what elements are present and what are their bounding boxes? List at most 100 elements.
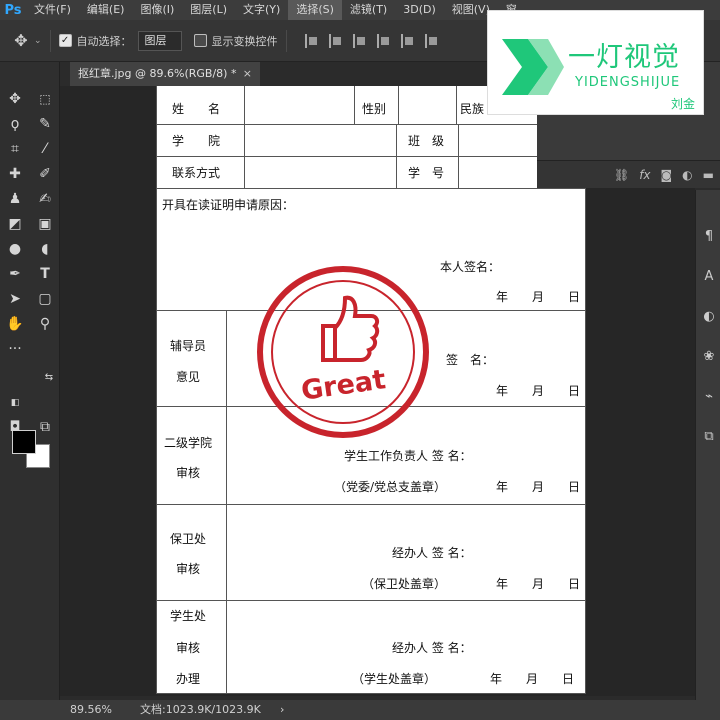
table-line bbox=[226, 310, 227, 694]
path-select-tool-icon[interactable]: ➤ bbox=[4, 288, 26, 310]
paths-icon[interactable]: ⌁ bbox=[699, 386, 719, 406]
auto-select-checkbox[interactable]: ✓ bbox=[58, 34, 72, 47]
thumbs-up-icon bbox=[321, 295, 380, 362]
table-line bbox=[156, 124, 586, 125]
shape-tool-icon[interactable]: ▢ bbox=[34, 288, 56, 310]
red-stamp[interactable]: Great bbox=[257, 266, 429, 438]
align-bottom-icon[interactable] bbox=[352, 33, 367, 48]
screen-mode-icon[interactable]: ⧉ bbox=[34, 416, 56, 438]
move-tool-icon[interactable]: ✥ bbox=[10, 30, 32, 52]
eyedropper-tool-icon[interactable]: ⁄ bbox=[34, 138, 56, 160]
menu-select[interactable]: 选择(S) bbox=[288, 0, 342, 20]
name-label: 姓 名 bbox=[172, 102, 221, 116]
divider bbox=[49, 29, 51, 52]
table-border bbox=[156, 693, 586, 694]
blur-tool-icon[interactable]: ● bbox=[4, 238, 26, 260]
watermark-author: 刘金 bbox=[671, 97, 696, 111]
default-colors-icon[interactable]: ◧ bbox=[4, 392, 26, 414]
gradient-tool-icon[interactable]: ▣ bbox=[34, 213, 56, 235]
app-logo: Ps bbox=[4, 2, 22, 18]
history-brush-tool-icon[interactable]: ✍ bbox=[34, 188, 56, 210]
auto-select-label: 自动选择： bbox=[76, 34, 132, 48]
layers-panel-footer: ⛓ fx ◙ ◐ ▬ bbox=[537, 160, 720, 188]
brush-tool-icon[interactable]: ✐ bbox=[34, 163, 56, 185]
student-office-date: 年 月 日 bbox=[490, 672, 575, 686]
dodge-tool-icon[interactable]: ◖ bbox=[34, 238, 56, 260]
pen-tool-icon[interactable]: ✒ bbox=[4, 263, 26, 285]
crop-tool-icon[interactable]: ⌗ bbox=[4, 138, 26, 160]
adjustment-icon[interactable]: ◐ bbox=[682, 168, 692, 182]
college2-label-1: 二级学院 bbox=[164, 436, 213, 450]
align-middle-icon[interactable] bbox=[328, 33, 343, 48]
student-office-label-3: 办理 bbox=[176, 672, 201, 686]
college2-seal-label: （党委/党总支盖章） bbox=[334, 480, 447, 494]
paragraph-icon[interactable]: ¶ bbox=[699, 226, 719, 246]
mask-icon[interactable]: ◙ bbox=[661, 168, 673, 182]
document-canvas[interactable]: 姓 名 性别 民族 学 院 班 级 联系方式 学 号 开具在读证明申请原因： 本… bbox=[156, 86, 586, 694]
college-label: 学 院 bbox=[172, 134, 221, 148]
document-tab[interactable]: 抠红章.jpg @ 89.6%(RGB/8) * × bbox=[70, 62, 260, 86]
zoom-tool-icon[interactable]: ⚲ bbox=[34, 313, 56, 335]
hand-tool-icon[interactable]: ✋ bbox=[4, 313, 26, 335]
adjustments-icon[interactable]: ◐ bbox=[699, 306, 719, 326]
applicant-date: 年 月 日 bbox=[496, 290, 581, 304]
align-top-icon[interactable] bbox=[304, 33, 319, 48]
quick-select-tool-icon[interactable]: ✎ bbox=[34, 113, 56, 135]
healing-brush-tool-icon[interactable]: ✚ bbox=[4, 163, 26, 185]
photoshop-window: Ps 文件(F) 编辑(E) 图像(I) 图层(L) 文字(Y) 选择(S) 滤… bbox=[0, 0, 720, 720]
class-label: 班 级 bbox=[408, 134, 445, 148]
watermark-title: 一灯视觉 bbox=[568, 42, 680, 73]
menu-file[interactable]: 文件(F) bbox=[26, 0, 79, 20]
align-center-icon[interactable] bbox=[400, 33, 415, 48]
eraser-tool-icon[interactable]: ◩ bbox=[4, 213, 26, 235]
counselor-signature-label: 签 名： bbox=[446, 353, 495, 367]
tool-presets-icon[interactable]: ⧉ bbox=[699, 426, 719, 446]
folder-icon[interactable]: ▬ bbox=[703, 168, 714, 182]
college2-date: 年 月 日 bbox=[496, 480, 581, 494]
align-left-icon[interactable] bbox=[376, 33, 391, 48]
align-buttons bbox=[304, 33, 439, 48]
menu-type[interactable]: 文字(Y) bbox=[235, 0, 288, 20]
type-tool-icon[interactable]: T bbox=[34, 263, 56, 285]
student-office-signature-label: 经办人 签 名： bbox=[392, 641, 472, 655]
student-office-seal-label: （学生处盖章） bbox=[352, 672, 437, 686]
student-id-label: 学 号 bbox=[408, 166, 445, 180]
document-tab-title: 抠红章.jpg @ 89.6%(RGB/8) * bbox=[78, 67, 237, 80]
applicant-signature-label: 本人签名： bbox=[440, 260, 501, 274]
marquee-tool-icon[interactable]: ⬚ bbox=[34, 88, 56, 110]
close-icon[interactable]: × bbox=[243, 62, 252, 86]
more-tools-icon[interactable]: ··· bbox=[4, 338, 26, 360]
table-line bbox=[156, 188, 586, 189]
counselor-date: 年 月 日 bbox=[496, 384, 581, 398]
table-line bbox=[156, 600, 586, 601]
character-icon[interactable]: A bbox=[699, 266, 719, 286]
styles-icon[interactable]: ❀ bbox=[699, 346, 719, 366]
lasso-tool-icon[interactable]: ϙ bbox=[4, 113, 26, 135]
zoom-level[interactable]: 89.56% bbox=[70, 700, 112, 720]
menu-edit[interactable]: 编辑(E) bbox=[79, 0, 133, 20]
chevron-down-icon[interactable]: ⌄ bbox=[34, 36, 42, 46]
transform-controls-checkbox[interactable] bbox=[193, 34, 207, 47]
fx-icon[interactable]: fx bbox=[639, 168, 650, 182]
stamp-tool-icon[interactable]: ♟ bbox=[4, 188, 26, 210]
table-line bbox=[396, 124, 397, 188]
link-icon[interactable]: ⛓ bbox=[614, 168, 629, 182]
table-line bbox=[354, 86, 355, 124]
swap-colors-icon[interactable]: ⇆ bbox=[38, 366, 60, 388]
menu-3d[interactable]: 3D(D) bbox=[395, 0, 444, 20]
align-right-icon[interactable] bbox=[424, 33, 439, 48]
menu-image[interactable]: 图像(I) bbox=[132, 0, 182, 20]
table-line bbox=[458, 124, 459, 188]
tools-panel: ✥ ⬚ ϙ ✎ ⌗ ⁄ ✚ ✐ ♟ ✍ ◩ ▣ ● ◖ ✒ T ➤ ▢ ✋ ⚲ … bbox=[0, 62, 60, 700]
divider bbox=[285, 29, 287, 52]
menu-layer[interactable]: 图层(L) bbox=[182, 0, 235, 20]
quick-mask-icon[interactable]: ◘ bbox=[4, 416, 26, 438]
menu-filter[interactable]: 滤镜(T) bbox=[342, 0, 395, 20]
college2-signature-label: 学生工作负责人 签 名： bbox=[344, 449, 472, 463]
table-line bbox=[244, 86, 245, 188]
right-dock: ¶ A ◐ ❀ ⌁ ⧉ bbox=[695, 190, 720, 700]
status-menu-arrow[interactable]: › bbox=[280, 700, 284, 720]
move-tool-icon[interactable]: ✥ bbox=[4, 88, 26, 110]
watermark-subtitle: YIDENGSHIJUE bbox=[575, 75, 681, 90]
auto-select-dropdown[interactable]: 图层 bbox=[137, 30, 182, 51]
